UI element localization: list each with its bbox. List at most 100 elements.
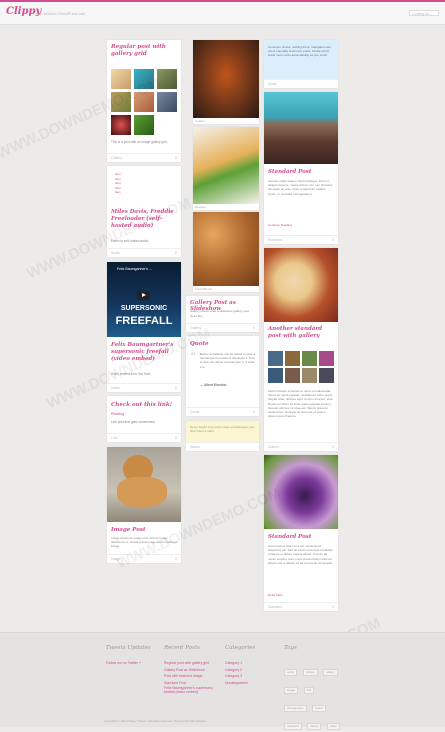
post-format[interactable]: Standard (268, 605, 282, 609)
post-slideshow[interactable]: Gallery Post as Slideshow Gallery shows … (186, 296, 259, 332)
portrait-image[interactable] (264, 92, 338, 164)
comment-count[interactable]: 0 (332, 445, 334, 449)
comment-count[interactable]: 0 (253, 410, 255, 414)
gallery-thumb[interactable] (157, 92, 177, 112)
quote-text: Before somebody can be asked to write a … (200, 352, 256, 369)
post-meta: Gallery 0 (107, 153, 181, 162)
post-format[interactable]: Video (111, 386, 120, 390)
post-meta: Audio 0 (107, 248, 181, 257)
comment-count[interactable]: 0 (332, 238, 334, 242)
post-title[interactable]: Regular post with gallery grid (111, 44, 177, 58)
gallery-thumb[interactable] (285, 351, 300, 366)
post-excerpt: Morbi tristique senectus et netus et mal… (268, 389, 334, 419)
tag[interactable]: standard (284, 723, 302, 730)
post-excerpt: Link post that goes somewhere (111, 420, 156, 424)
search-input[interactable]: Looking for... (409, 10, 439, 16)
post-meta: Video 0 (107, 383, 181, 392)
video-overlay-text: SUPERSONIC (120, 305, 168, 312)
footer-heading: Tweets Updates (106, 645, 151, 651)
image-caption: Recipes (195, 205, 206, 209)
comment-count[interactable]: 0 (175, 156, 177, 160)
play-icon[interactable] (137, 291, 150, 300)
comment-count[interactable]: 0 (175, 251, 177, 255)
gallery-grid (268, 351, 334, 385)
post-format[interactable]: Standard (268, 238, 282, 242)
link-label[interactable]: Reading (111, 412, 124, 416)
gallery-thumb[interactable] (134, 115, 154, 135)
video-embed[interactable]: Felix Baumgartner's ... SUPERSONIC FREEF… (107, 262, 181, 337)
footer-tweets: Follow me on Twitter + (106, 660, 141, 667)
post-standard-eyes[interactable]: Standard Post Aenean mollis sapien. Morb… (264, 92, 338, 244)
tag[interactable]: status (307, 723, 322, 730)
post-food-image-2[interactable]: Recipes (193, 127, 259, 210)
list-item[interactable]: Item (115, 190, 121, 195)
list-item[interactable]: Item (115, 172, 121, 177)
tag[interactable]: video (326, 723, 340, 730)
post-meta: Aside (264, 79, 338, 88)
post-meta: Gallery 0 (264, 442, 338, 451)
gallery-thumb[interactable] (111, 115, 131, 135)
post-meta: Quote 0 (186, 407, 259, 416)
post-meta: Standard 0 (264, 235, 338, 244)
gallery-thumb[interactable] (268, 351, 283, 366)
tag[interactable]: photography (284, 705, 307, 712)
post-excerpt: This is a post with an image gallery gri… (111, 140, 167, 144)
footer-link[interactable]: Uncategorized (225, 680, 248, 687)
list-item[interactable]: Item (115, 181, 121, 186)
tag[interactable]: audio (284, 669, 298, 676)
quote-author: — Albert Einstein (200, 383, 227, 387)
tag[interactable]: quote (312, 705, 326, 712)
tag[interactable]: image (284, 687, 299, 694)
gallery-thumb[interactable] (302, 368, 317, 383)
post-standard-gallery[interactable]: Another standard post with gallery Morbi… (264, 248, 338, 451)
post-format[interactable]: Link (111, 436, 117, 440)
gallery-thumb[interactable] (268, 368, 283, 383)
footer-link[interactable]: Felix Baumgartner's supersonic freefall … (164, 686, 219, 694)
comment-count[interactable]: 0 (175, 557, 177, 561)
food-image[interactable] (193, 40, 259, 118)
post-bread-image[interactable]: Fresh Bread (193, 212, 259, 292)
read-more-link[interactable]: Continue Reading (268, 223, 292, 227)
tag[interactable]: design (302, 669, 318, 676)
gallery-thumb[interactable] (319, 351, 334, 366)
comment-count[interactable]: 0 (175, 436, 177, 440)
post-format[interactable]: Aside (268, 82, 277, 86)
post-aside[interactable]: Comment shows: nothing there. Navigation… (264, 40, 338, 88)
post-food-image[interactable]: Cuisine (193, 40, 259, 124)
post-format[interactable]: Status (190, 445, 200, 449)
post-excerpt: Gallery shows what a slideshow gallery p… (190, 309, 249, 318)
tag[interactable]: link (303, 687, 315, 694)
post-link[interactable]: Check out this link! Reading Link post t… (107, 396, 181, 442)
post-meta: Link 0 (107, 433, 181, 442)
portrait-image[interactable] (264, 248, 338, 322)
footer-recent-posts: Regular post with gallery grid Gallery P… (164, 660, 219, 694)
video-overlay-text: FREEFALL (115, 315, 173, 327)
post-title[interactable]: Another standard post with gallery (268, 326, 334, 340)
post-title[interactable]: Standard Post (268, 169, 334, 175)
food-image[interactable] (193, 127, 259, 204)
read-more-link[interactable]: Read More (268, 593, 283, 597)
post-excerpt: Lorem ipsum dolor sit amet, consectetur … (268, 544, 334, 565)
post-format[interactable]: Gallery (111, 156, 122, 160)
tag[interactable]: gallery (323, 669, 338, 676)
post-title[interactable]: Standard Post (268, 534, 334, 540)
comment-count[interactable]: 0 (332, 605, 334, 609)
gallery-thumb[interactable] (319, 368, 334, 383)
post-format[interactable]: Gallery (268, 445, 279, 449)
status-text: Never forget: If you don't have a hambur… (190, 425, 255, 434)
site-footer: Tweets Updates Follow me on Twitter + Re… (0, 632, 445, 730)
post-standard-flower[interactable]: Standard Post Lorem ipsum dolor sit amet… (264, 455, 338, 611)
post-title[interactable]: Check out this link! (111, 402, 177, 408)
puppy-image[interactable] (107, 447, 181, 522)
comment-count[interactable]: 0 (253, 326, 255, 330)
bread-image[interactable] (193, 212, 259, 286)
post-format[interactable]: Quote (190, 410, 200, 414)
gallery-thumb[interactable] (285, 368, 300, 383)
post-quote[interactable]: Quote “ Before somebody can be asked to … (186, 336, 259, 416)
comment-count[interactable]: 0 (175, 386, 177, 390)
gallery-thumb[interactable] (302, 351, 317, 366)
post-status[interactable]: Never forget: If you don't have a hambur… (186, 421, 259, 451)
post-meta: Standard 0 (264, 602, 338, 611)
post-format[interactable]: Audio (111, 251, 120, 255)
footer-link[interactable]: Follow me on Twitter + (106, 660, 141, 667)
